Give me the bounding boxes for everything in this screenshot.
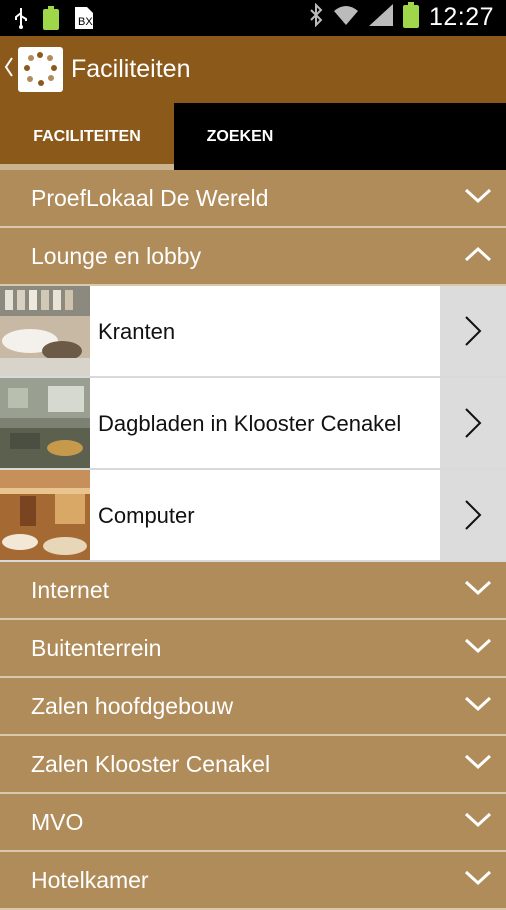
usb-icon bbox=[14, 7, 28, 34]
section-buitenterrein[interactable]: Buitenterrein bbox=[0, 620, 506, 678]
action-bar: Faciliteiten bbox=[0, 36, 506, 103]
section-zalen-klooster-cenakel[interactable]: Zalen Klooster Cenakel bbox=[0, 736, 506, 794]
clock: 12:27 bbox=[428, 3, 494, 31]
chevron-down-icon bbox=[464, 812, 492, 833]
section-label: Zalen hoofdgebouw bbox=[31, 693, 234, 719]
bluetooth-icon bbox=[309, 2, 323, 32]
page-title: Faciliteiten bbox=[71, 55, 191, 83]
section-lounge[interactable]: Lounge en lobby bbox=[0, 228, 506, 286]
list-item-computer[interactable]: Computer bbox=[0, 470, 506, 562]
wifi-icon bbox=[333, 4, 359, 31]
status-bar: BX 12:27 bbox=[0, 0, 506, 36]
section-mvo[interactable]: MVO bbox=[0, 794, 506, 852]
section-label: ProefLokaal De Wereld bbox=[31, 185, 269, 211]
chevron-up-icon bbox=[464, 246, 492, 267]
back-chevron-icon[interactable] bbox=[4, 56, 14, 83]
document-x-icon: BX bbox=[74, 6, 94, 35]
tab-bar: FACILITEITEN ZOEKEN bbox=[0, 103, 506, 170]
section-label: Buitenterrein bbox=[31, 635, 162, 661]
section-proeflokaal[interactable]: ProefLokaal De Wereld bbox=[0, 170, 506, 228]
section-label: Internet bbox=[31, 577, 109, 603]
app-logo[interactable] bbox=[18, 47, 63, 92]
svg-text:BX: BX bbox=[78, 16, 93, 28]
chevron-down-icon bbox=[464, 638, 492, 659]
chevron-down-icon bbox=[464, 870, 492, 891]
thumbnail-image bbox=[0, 378, 90, 468]
tab-bar-filler bbox=[306, 103, 506, 170]
chevron-right-button[interactable] bbox=[440, 378, 506, 468]
chevron-right-button[interactable] bbox=[440, 470, 506, 560]
item-label: Computer bbox=[98, 503, 195, 528]
item-label: Kranten bbox=[98, 319, 176, 344]
thumbnail-image bbox=[0, 470, 90, 560]
chevron-down-icon bbox=[464, 696, 492, 717]
chevron-down-icon bbox=[464, 754, 492, 775]
item-label: Dagbladen in Klooster Cenakel bbox=[98, 411, 402, 436]
section-hotelkamer[interactable]: Hotelkamer bbox=[0, 852, 506, 910]
battery-icon bbox=[402, 2, 419, 33]
chevron-right-button[interactable] bbox=[440, 286, 506, 376]
section-label: MVO bbox=[31, 809, 84, 835]
chevron-down-icon bbox=[464, 188, 492, 209]
section-label: Lounge en lobby bbox=[31, 243, 202, 269]
thumbnail-image bbox=[0, 286, 90, 376]
tab-faciliteiten[interactable]: FACILITEITEN bbox=[0, 103, 174, 170]
section-label: Hotelkamer bbox=[31, 867, 149, 893]
signal-icon bbox=[368, 4, 393, 31]
section-internet[interactable]: Internet bbox=[0, 562, 506, 620]
battery-full-icon bbox=[42, 6, 60, 35]
section-zalen-hoofdgebouw[interactable]: Zalen hoofdgebouw bbox=[0, 678, 506, 736]
list-item-kranten[interactable]: Kranten bbox=[0, 286, 506, 378]
facilities-list: ProefLokaal De Wereld Lounge en lobby Kr… bbox=[0, 170, 506, 910]
list-item-dagbladen[interactable]: Dagbladen in Klooster Cenakel bbox=[0, 378, 506, 470]
tab-zoeken[interactable]: ZOEKEN bbox=[174, 103, 306, 170]
chevron-down-icon bbox=[464, 580, 492, 601]
section-label: Zalen Klooster Cenakel bbox=[31, 751, 271, 777]
